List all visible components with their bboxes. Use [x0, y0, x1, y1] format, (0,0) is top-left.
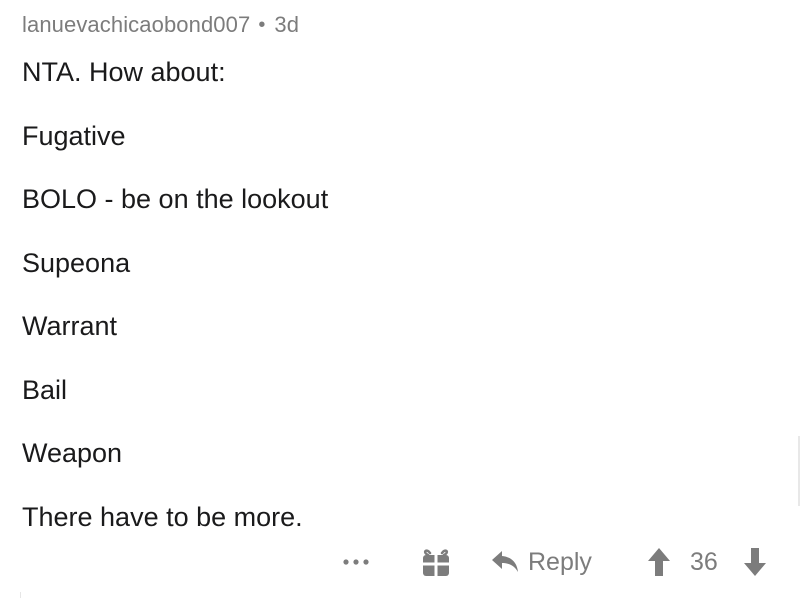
comment-action-bar: Reply 36 — [0, 540, 800, 584]
meta-separator: • — [258, 13, 266, 36]
reply-label: Reply — [528, 547, 592, 576]
comment-line: Bail — [22, 374, 68, 405]
reply-arrow-icon — [492, 551, 518, 572]
downvote-arrow-icon — [744, 548, 766, 576]
comment-line: There have to be more. — [22, 501, 303, 532]
comment-line: Weapon — [22, 438, 123, 468]
more-options-button[interactable] — [338, 540, 374, 584]
comment-line: Supeona — [22, 247, 131, 278]
comment-line: Fugative — [22, 120, 126, 151]
comment-line: NTA. How about: — [22, 57, 226, 87]
upvote-button[interactable] — [644, 540, 674, 584]
reply-button[interactable]: Reply — [490, 540, 592, 584]
comment-meta: lanuevachicaobond007 • 3d — [22, 12, 299, 38]
more-dots-icon — [343, 559, 369, 565]
comment-line: Warrant — [22, 311, 118, 341]
downvote-button[interactable] — [740, 540, 770, 584]
comment-body: NTA. How about: Fugative BOLO - be on th… — [22, 55, 782, 563]
vote-score: 36 — [690, 547, 718, 576]
comment-line: BOLO - be on the lookout — [22, 184, 329, 214]
gift-icon — [423, 549, 449, 576]
upvote-arrow-icon — [648, 548, 670, 576]
comment-age[interactable]: 3d — [274, 12, 299, 38]
award-button[interactable] — [416, 540, 456, 584]
comment-author[interactable]: lanuevachicaobond007 — [22, 12, 250, 38]
divider-mark — [20, 592, 21, 598]
